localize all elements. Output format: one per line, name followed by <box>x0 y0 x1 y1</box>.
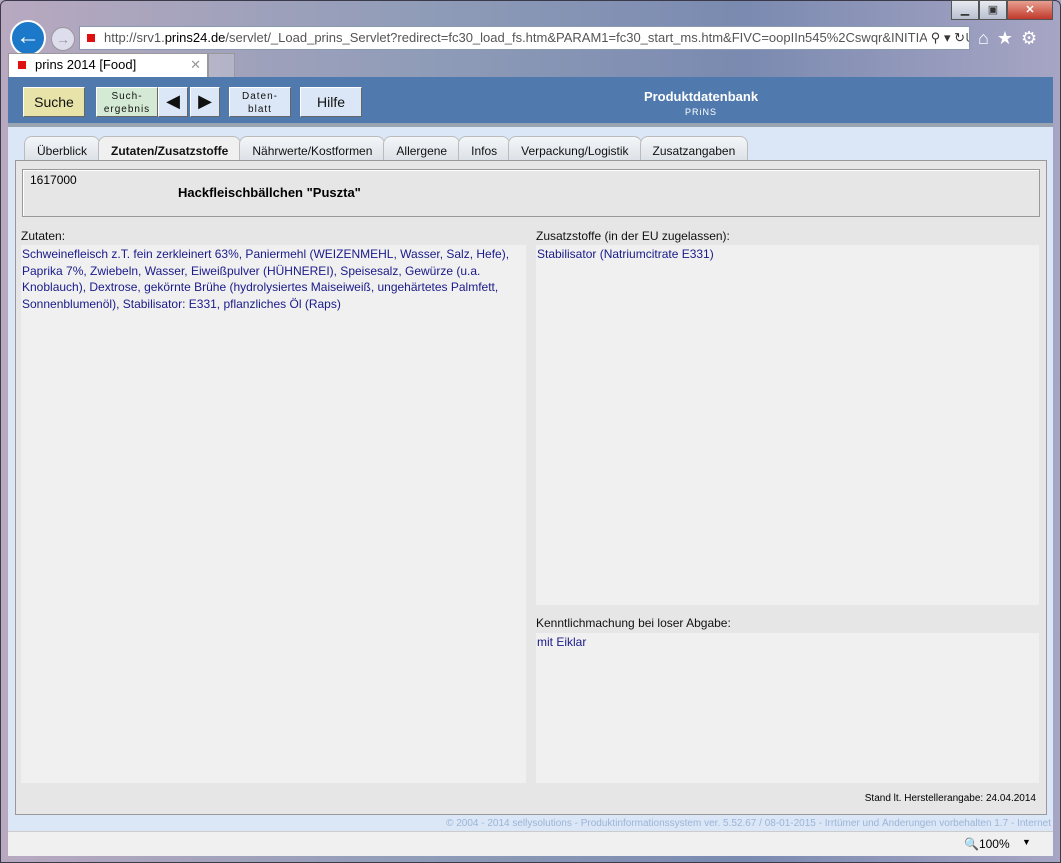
ingredients-label: Zutaten: <box>21 229 66 243</box>
close-window-button[interactable]: ✕ <box>1007 0 1053 20</box>
additives-text: Stabilisator (Natriumcitrate E331) <box>536 245 1039 605</box>
tab-overview[interactable]: Überblick <box>24 136 101 160</box>
zoom-icon: 🔍 <box>964 837 979 851</box>
browser-tab[interactable]: prins 2014 [Food] ✕ <box>8 53 208 77</box>
search-results-button[interactable]: Such-ergebnis <box>96 87 158 117</box>
page: Suche Such-ergebnis ◀ ▶ Daten-blatt Hilf… <box>8 77 1053 831</box>
search-button[interactable]: Suche <box>23 87 85 117</box>
minimize-button[interactable]: ▁ <box>951 0 979 20</box>
maximize-button[interactable]: ▣ <box>979 0 1007 20</box>
footer-copyright: © 2004 - 2014 sellysolutions - Produktin… <box>446 818 1051 829</box>
window-controls: ▁ ▣ ✕ <box>951 0 1053 20</box>
tab-nutrition[interactable]: Nährwerte/Kostformen <box>239 136 386 160</box>
tab-additional[interactable]: Zusatzangaben <box>639 136 749 160</box>
back-button[interactable]: ← <box>10 20 46 56</box>
triangle-left-icon: ◀ <box>166 91 180 111</box>
ingredients-text: Schweinefleisch z.T. fein zerkleinert 63… <box>21 245 526 783</box>
new-tab-button[interactable] <box>208 53 235 77</box>
product-box: 1617000 Hackfleischbällchen "Puszta" <box>22 169 1040 217</box>
address-bar[interactable]: http://srv1.prins24.de/servlet/_Load_pri… <box>79 26 970 50</box>
status-bar: 🔍100% ▼ <box>8 831 1053 856</box>
help-button[interactable]: Hilfe <box>300 87 362 117</box>
tab-infos[interactable]: Infos <box>458 136 511 160</box>
star-icon[interactable]: ★ <box>997 28 1021 48</box>
labeling-text: mit Eiklar <box>536 633 1039 783</box>
gear-icon[interactable]: ⚙ <box>1021 28 1045 48</box>
additives-label: Zusatzstoffe (in der EU zugelassen): <box>536 229 730 243</box>
refresh-icon[interactable]: ↻ <box>954 30 965 45</box>
section-tabs: Überblick Zutaten/Zusatzstoffe Nährwerte… <box>24 136 749 160</box>
close-tab-icon[interactable]: ✕ <box>190 54 201 76</box>
tab-content: 1617000 Hackfleischbällchen "Puszta" Zut… <box>15 160 1047 815</box>
stand-date: Stand lt. Herstellerangabe: 24.04.2014 <box>864 793 1036 804</box>
triangle-right-icon: ▶ <box>198 91 212 111</box>
next-button[interactable]: ▶ <box>190 87 220 117</box>
forward-button[interactable]: → <box>51 27 75 51</box>
search-icon[interactable]: ⚲ <box>931 30 941 45</box>
tab-ingredients[interactable]: Zutaten/Zusatzstoffe <box>98 136 242 160</box>
app-title: Produktdatenbank <box>643 89 759 104</box>
tab-favicon <box>18 61 26 69</box>
tab-allergens[interactable]: Allergene <box>383 136 461 160</box>
dropdown-icon[interactable]: ▾ <box>944 30 951 45</box>
site-icon <box>87 34 95 42</box>
product-number: 1617000 <box>30 173 77 187</box>
app-subtitle: PRiNS <box>684 107 717 117</box>
app-header: Suche Such-ergebnis ◀ ▶ Daten-blatt Hilf… <box>8 77 1053 127</box>
previous-button[interactable]: ◀ <box>158 87 188 117</box>
labeling-label: Kenntlichmachung bei loser Abgabe: <box>536 616 731 630</box>
zoom-dropdown-icon[interactable]: ▼ <box>1022 837 1031 847</box>
datasheet-button[interactable]: Daten-blatt <box>229 87 291 117</box>
zoom-level[interactable]: 🔍100% <box>964 837 1010 851</box>
product-name: Hackfleischbällchen "Puszta" <box>178 185 361 200</box>
home-icon[interactable]: ⌂ <box>978 28 997 48</box>
tab-packaging[interactable]: Verpackung/Logistik <box>508 136 642 160</box>
